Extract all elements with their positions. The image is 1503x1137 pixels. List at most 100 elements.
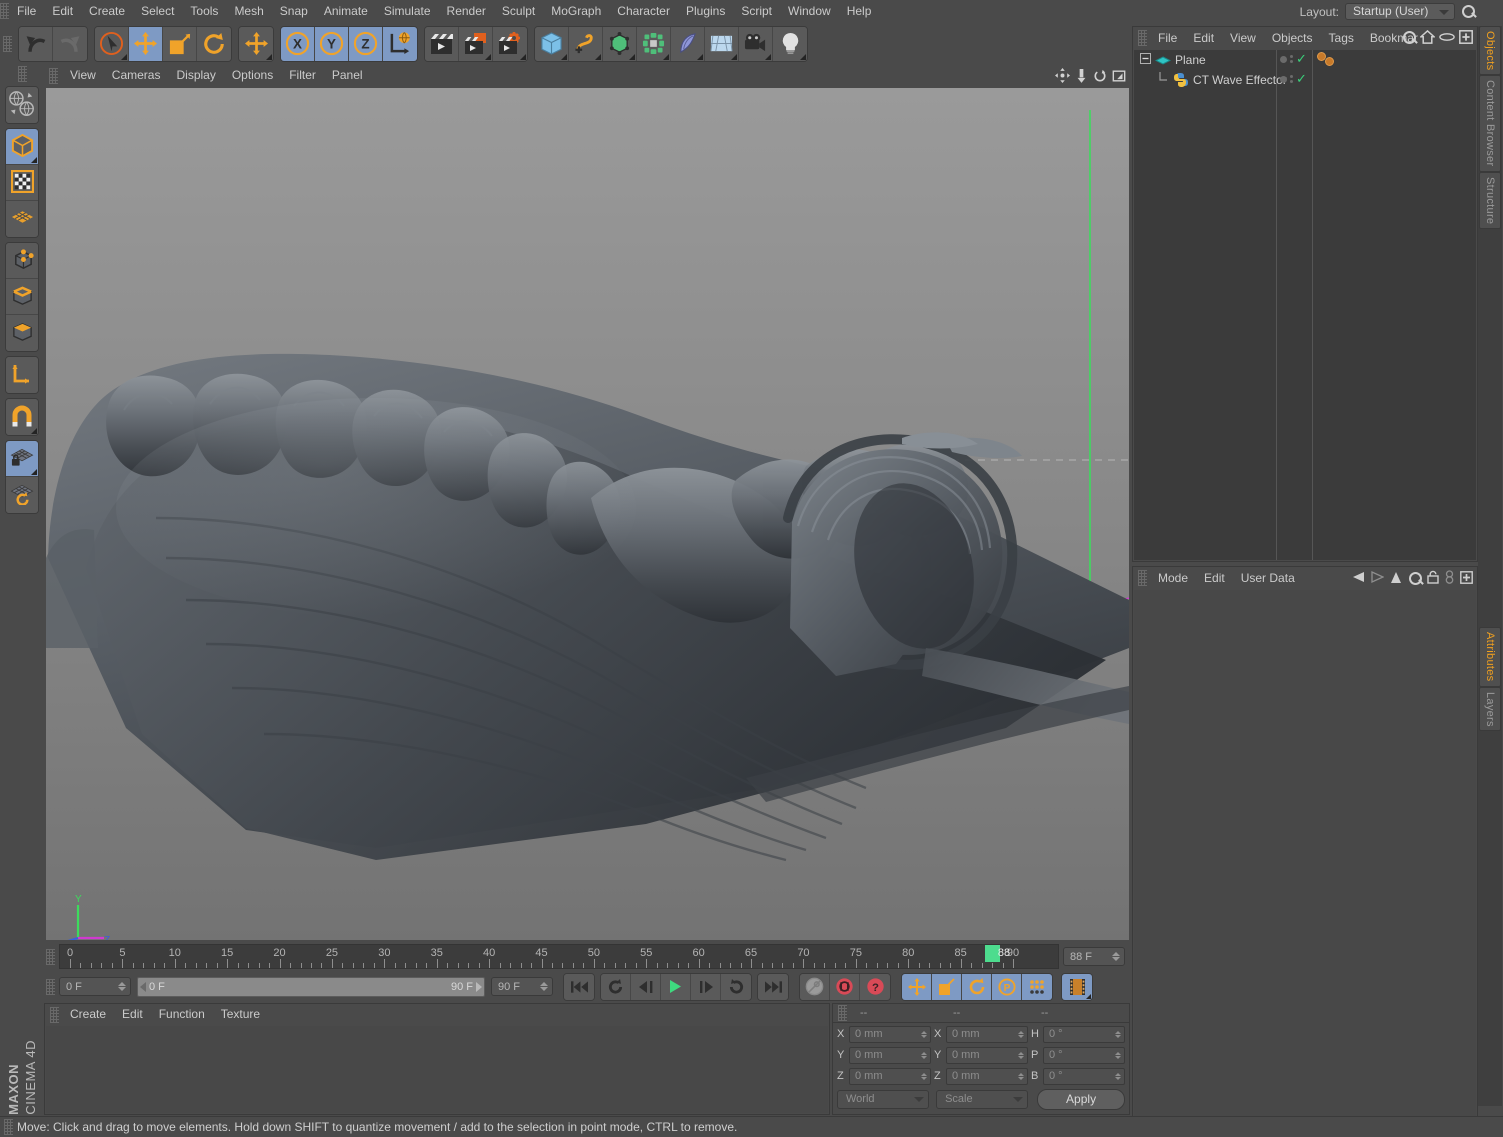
vertical-tab-attributes[interactable]: Attributes (1479, 627, 1501, 686)
apply-button[interactable]: Apply (1037, 1089, 1125, 1110)
object-visibility-dots[interactable]: ✓ (1280, 54, 1307, 64)
add-deformer-object[interactable] (671, 27, 705, 61)
spinner-arrows[interactable] (1115, 1052, 1122, 1059)
menu-item-edit[interactable]: Edit (44, 0, 81, 22)
vertical-tab-structure[interactable]: Structure (1479, 172, 1501, 229)
coordinate-system-dropdown[interactable]: World (837, 1090, 929, 1109)
add-light-object[interactable] (773, 27, 807, 61)
play-backwards-loop-button[interactable] (601, 974, 631, 1000)
menu-item-mesh[interactable]: Mesh (226, 0, 271, 22)
lock-workplane-button[interactable] (6, 441, 38, 477)
spinner-arrows[interactable] (1115, 1031, 1122, 1038)
add-generator-object[interactable] (603, 27, 637, 61)
coordinates-gripper[interactable] (838, 1005, 847, 1021)
material-menu-create[interactable]: Create (62, 1004, 114, 1025)
attributes-manager-body[interactable] (1134, 590, 1476, 1128)
render-visibility-dots[interactable] (1290, 55, 1293, 63)
spinner-arrows[interactable] (921, 1073, 928, 1080)
home-icon[interactable] (1420, 30, 1435, 44)
search-icon[interactable] (1402, 30, 1416, 44)
make-editable-button[interactable] (6, 87, 38, 123)
add-cube-object[interactable] (535, 27, 569, 61)
link-icon[interactable] (1445, 570, 1454, 584)
edges-mode-button[interactable] (6, 279, 38, 315)
render-to-picture-viewer-button[interactable] (459, 27, 493, 61)
play-button[interactable] (661, 974, 691, 1000)
transport-gripper[interactable] (46, 979, 55, 995)
object-menu-file[interactable]: File (1150, 28, 1185, 49)
model-mode-button[interactable] (6, 129, 38, 165)
move-tool[interactable] (129, 27, 163, 61)
maximize-icon[interactable] (1112, 69, 1126, 83)
up-arrow-icon[interactable] (1390, 571, 1402, 584)
object-menu-edit[interactable]: Edit (1185, 28, 1222, 49)
lock-y-axis[interactable]: Y (315, 27, 349, 61)
object-manager-tree[interactable]: Plane✓CT Wave Effector✓ (1134, 50, 1476, 560)
planar-workplane-button[interactable] (6, 477, 38, 513)
preview-range-slider[interactable]: 0 F 90 F (137, 977, 485, 997)
status-bar-gripper[interactable] (4, 1119, 13, 1135)
menu-item-plugins[interactable]: Plugins (678, 0, 733, 22)
range-start-handle[interactable] (140, 982, 146, 992)
record-parameter-button[interactable]: P (992, 974, 1022, 1000)
range-end-handle[interactable] (476, 982, 482, 992)
vertical-tab-content-browser[interactable]: Content Browser (1479, 75, 1501, 171)
timeline-ruler[interactable]: 051015202530354045505560657075808590 88 (59, 944, 1059, 969)
coordinate-position-field[interactable]: 0 mm (849, 1068, 931, 1085)
forward-arrow-icon[interactable] (1371, 571, 1384, 583)
back-arrow-icon[interactable] (1352, 571, 1365, 583)
timeline-gripper[interactable] (46, 949, 55, 965)
go-to-start-button[interactable] (564, 974, 594, 1000)
pan-icon[interactable] (1055, 68, 1070, 83)
object-row[interactable]: Plane✓ (1134, 50, 1476, 70)
coordinate-size-field[interactable]: 0 mm (946, 1068, 1028, 1085)
viewport-menu-options[interactable]: Options (224, 65, 281, 86)
menu-item-render[interactable]: Render (439, 0, 494, 22)
menu-item-sculpt[interactable]: Sculpt (494, 0, 543, 22)
editor-visibility-dot[interactable] (1280, 56, 1287, 63)
viewport-menu-filter[interactable]: Filter (281, 65, 324, 86)
coordinate-mode-dropdown[interactable]: Scale (936, 1090, 1028, 1109)
coordinate-position-field[interactable]: 0 mm (849, 1026, 931, 1043)
spinner-arrows[interactable] (921, 1052, 928, 1059)
spinner-arrows[interactable] (1018, 1031, 1025, 1038)
menu-item-select[interactable]: Select (133, 0, 182, 22)
live-selection-tool[interactable] (95, 27, 129, 61)
coordinate-rotation-field[interactable]: 0 ° (1043, 1068, 1125, 1085)
attr-menu-user-data[interactable]: User Data (1233, 568, 1303, 589)
spinner-arrows[interactable] (921, 1031, 928, 1038)
left-toolbar-gripper[interactable] (18, 66, 27, 82)
enabled-check-icon[interactable]: ✓ (1296, 54, 1307, 64)
coordinate-rotation-field[interactable]: 0 ° (1043, 1047, 1125, 1064)
menu-gripper[interactable] (0, 3, 9, 19)
viewport-gripper[interactable] (49, 68, 58, 84)
lock-z-axis[interactable]: Z (349, 27, 383, 61)
object-menu-view[interactable]: View (1222, 28, 1264, 49)
go-to-end-button[interactable] (758, 974, 788, 1000)
menu-item-file[interactable]: File (9, 0, 44, 22)
expander-collapse-icon[interactable] (1140, 53, 1151, 67)
add-camera-object[interactable] (739, 27, 773, 61)
timeline-filmstrip-button[interactable] (1062, 974, 1092, 1000)
viewport-menu-display[interactable]: Display (168, 65, 223, 86)
add-mograph-object[interactable] (637, 27, 671, 61)
material-manager-body[interactable] (46, 1026, 828, 1113)
texture-mode-button[interactable] (6, 165, 38, 201)
attr-menu-edit[interactable]: Edit (1196, 568, 1233, 589)
record-scale-button[interactable] (932, 974, 962, 1000)
spinner-arrows[interactable] (1115, 1073, 1122, 1080)
menu-item-help[interactable]: Help (839, 0, 880, 22)
world-coordinate-system[interactable] (383, 27, 417, 61)
spinner-arrows[interactable] (1018, 1052, 1025, 1059)
coordinate-size-field[interactable]: 0 mm (946, 1026, 1028, 1043)
enable-snap-button[interactable] (6, 399, 38, 435)
viewport-3d-canvas[interactable]: Perspective (46, 88, 1129, 940)
current-frame-field[interactable]: 0 F (59, 977, 131, 996)
dolly-icon[interactable] (1075, 68, 1088, 83)
render-visibility-dots[interactable] (1290, 75, 1293, 83)
enable-axis-button[interactable] (6, 357, 38, 393)
object-row[interactable]: CT Wave Effector✓ (1134, 70, 1476, 90)
rotate-tool[interactable] (197, 27, 231, 61)
coordinate-rotation-field[interactable]: 0 ° (1043, 1026, 1125, 1043)
viewport-menu-panel[interactable]: Panel (324, 65, 371, 86)
